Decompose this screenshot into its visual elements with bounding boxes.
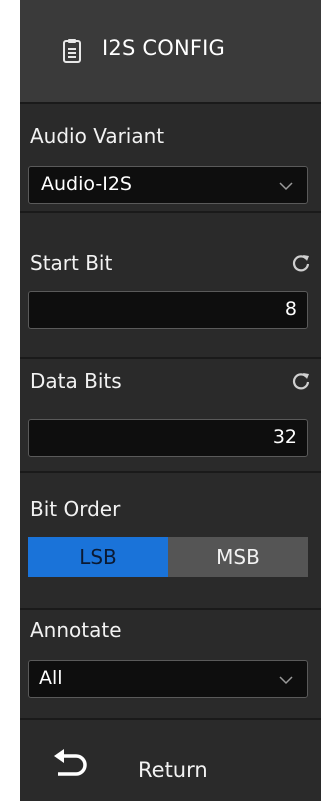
- bit-order-label: Bit Order: [30, 497, 121, 521]
- chevron-down-icon: [279, 676, 293, 685]
- panel-header: I2S CONFIG: [20, 0, 321, 104]
- audio-variant-section: Audio Variant Audio-I2S: [20, 104, 321, 213]
- bit-order-msb-option[interactable]: MSB: [168, 537, 308, 577]
- chevron-down-icon: [279, 182, 293, 191]
- i2s-config-panel: I2S CONFIG Audio Variant Audio-I2S Start…: [20, 0, 321, 801]
- annotate-label: Annotate: [30, 618, 122, 642]
- start-bit-section: Start Bit 8: [20, 213, 321, 359]
- reset-icon[interactable]: [291, 371, 311, 391]
- audio-variant-dropdown[interactable]: Audio-I2S: [28, 166, 308, 204]
- audio-variant-label: Audio Variant: [30, 124, 165, 148]
- start-bit-label: Start Bit: [30, 251, 113, 275]
- bit-order-toggle: LSB MSB: [28, 537, 308, 577]
- data-bits-label: Data Bits: [30, 369, 122, 393]
- data-bits-section: Data Bits 32: [20, 359, 321, 473]
- annotate-dropdown[interactable]: All: [28, 660, 308, 698]
- data-bits-field[interactable]: 32: [28, 419, 308, 457]
- return-icon: [54, 749, 87, 776]
- start-bit-value: 8: [284, 298, 297, 320]
- bit-order-section: Bit Order LSB MSB: [20, 473, 321, 610]
- start-bit-field[interactable]: 8: [28, 291, 308, 329]
- panel-title: I2S CONFIG: [102, 36, 226, 60]
- audio-variant-value: Audio-I2S: [41, 173, 132, 195]
- annotate-value: All: [39, 667, 63, 689]
- return-label: Return: [138, 758, 208, 782]
- data-bits-value: 32: [272, 426, 297, 448]
- clipboard-icon: [63, 39, 81, 63]
- return-button[interactable]: Return: [20, 720, 321, 801]
- bit-order-lsb-option[interactable]: LSB: [28, 537, 168, 577]
- annotate-section: Annotate All: [20, 610, 321, 720]
- reset-icon[interactable]: [291, 253, 311, 273]
